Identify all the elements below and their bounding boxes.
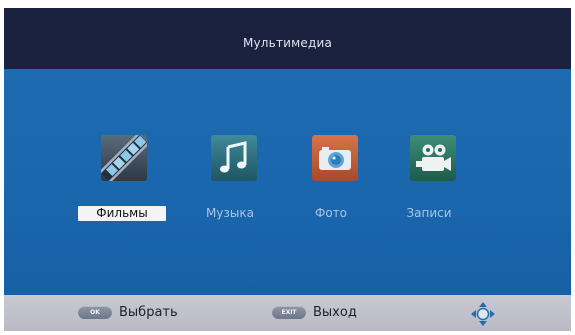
menu-item-label: Фильмы xyxy=(78,206,166,221)
exit-hint-label: Выход xyxy=(313,305,357,320)
multimedia-screen: Мультимедиа Фильмы Музыка Фото Записи OK… xyxy=(0,0,575,335)
exit-key-badge: EXIT xyxy=(272,306,306,319)
select-hint-label: Выбрать xyxy=(119,305,178,320)
music-note-icon xyxy=(211,135,257,181)
menu-item-films[interactable]: Фильмы xyxy=(72,131,168,227)
footer-bar: OK Выбрать EXIT Выход xyxy=(4,295,571,331)
menu-item-label: Музыка xyxy=(206,206,254,220)
menu-item-label: Фото xyxy=(314,206,347,220)
menu-item-label: Записи xyxy=(406,206,452,220)
menu-area: Фильмы Музыка Фото Записи xyxy=(4,69,571,295)
menu-item-recordings[interactable]: Записи xyxy=(381,131,477,227)
camera-icon xyxy=(312,135,358,181)
directional-pad-icon xyxy=(470,301,496,327)
ok-key-badge: OK xyxy=(78,306,112,319)
menu-item-photo[interactable]: Фото xyxy=(283,131,379,227)
video-camera-icon xyxy=(410,135,456,181)
page-title: Мультимедиа xyxy=(242,35,333,50)
select-hint[interactable]: OK Выбрать xyxy=(78,305,178,320)
header-bar: Мультимедиа xyxy=(4,8,571,69)
menu-item-music[interactable]: Музыка xyxy=(182,131,278,227)
film-icon xyxy=(101,135,147,181)
exit-hint[interactable]: EXIT Выход xyxy=(272,305,357,320)
